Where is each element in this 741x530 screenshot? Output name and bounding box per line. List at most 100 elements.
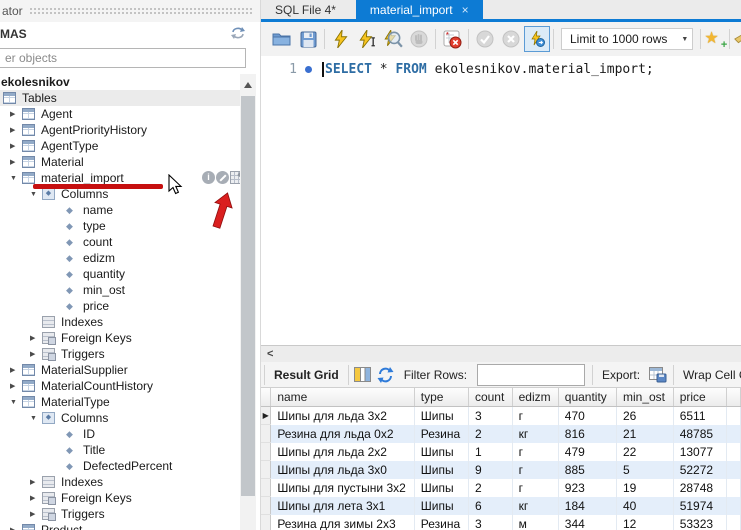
expand-arrow-icon[interactable]: ▶	[7, 382, 22, 390]
grid-cell[interactable]: 48785	[673, 425, 726, 443]
collapse-arrow-icon[interactable]: ▼	[27, 191, 42, 198]
grid-cell[interactable]: 9	[468, 461, 512, 479]
close-tab-icon[interactable]: ×	[462, 4, 469, 16]
grid-cell[interactable]: Резина для зимы 2x3	[271, 515, 414, 530]
grid-cell[interactable]: 344	[558, 515, 616, 530]
grid-cell[interactable]: Шипы для льда 3x2	[271, 407, 414, 425]
grid-cell[interactable]: Резина	[414, 515, 468, 530]
export-button[interactable]	[646, 364, 670, 386]
tree-item-triggers[interactable]: ▶Triggers	[0, 506, 240, 522]
grid-cell[interactable]: 52272	[673, 461, 726, 479]
tab-sql-file-4[interactable]: SQL File 4*	[261, 0, 350, 19]
tree-item-agentpriorityhistory[interactable]: ▶AgentPriorityHistory	[0, 122, 240, 138]
row-selector-cell[interactable]	[261, 479, 271, 497]
grid-cell[interactable]: 1	[468, 443, 512, 461]
rollback-button[interactable]	[498, 26, 524, 52]
tree-item-min-ost[interactable]: ◆min_ost	[0, 282, 240, 298]
open-file-button[interactable]	[269, 26, 295, 52]
column-header-min_ost[interactable]: min_ost	[617, 388, 674, 407]
row-selector-cell[interactable]	[261, 443, 271, 461]
grid-cell[interactable]: 885	[558, 461, 616, 479]
explain-query-button[interactable]	[380, 26, 406, 52]
tree-item-quantity[interactable]: ◆quantity	[0, 266, 240, 282]
table-row[interactable]: Шипы для льда 3x0Шипы9г885552272	[261, 461, 741, 479]
expand-arrow-icon[interactable]: ▶	[7, 366, 22, 374]
tree-scrollbar[interactable]	[240, 74, 256, 530]
grid-cell[interactable]: Шипы для льда 2x2	[271, 443, 414, 461]
grid-cell[interactable]: Шипы	[414, 497, 468, 515]
expand-arrow-icon[interactable]: ▶	[27, 510, 42, 518]
grid-cell[interactable]: 13077	[673, 443, 726, 461]
grid-cell[interactable]: 470	[558, 407, 616, 425]
grid-cell[interactable]: 51974	[673, 497, 726, 515]
row-pointer-icon[interactable]: ▶	[261, 407, 271, 425]
result-grid[interactable]: nametypecountedizmquantitymin_ostprice▶Ш…	[261, 388, 741, 530]
grid-cell[interactable]: 816	[558, 425, 616, 443]
grid-cell[interactable]: Шипы для лета 3x1	[271, 497, 414, 515]
tree-item-triggers[interactable]: ▶Triggers	[0, 346, 240, 362]
row-selector-cell[interactable]	[261, 425, 271, 443]
expand-arrow-icon[interactable]: ▶	[27, 494, 42, 502]
grid-cell[interactable]: Шипы для пустыни 3x2	[271, 479, 414, 497]
collapse-arrow-icon[interactable]: ▼	[27, 415, 42, 422]
collapse-arrow-icon[interactable]: ▼	[7, 399, 22, 406]
grid-cell[interactable]: 6	[468, 497, 512, 515]
table-row[interactable]: Резина для зимы 2x3Резина3м3441253323	[261, 515, 741, 530]
tree-item-ekolesnikov[interactable]: ekolesnikov	[0, 74, 240, 90]
table-info-icon[interactable]: i	[202, 171, 215, 184]
expand-arrow-icon[interactable]: ▶	[7, 142, 22, 150]
row-selector-cell[interactable]	[261, 515, 271, 530]
tree-item-indexes[interactable]: ▶Indexes	[0, 474, 240, 490]
expand-arrow-icon[interactable]: ▶	[27, 478, 42, 486]
expand-arrow-icon[interactable]: ▶	[27, 334, 42, 342]
grid-cell[interactable]: г	[512, 407, 558, 425]
grid-cell[interactable]: Шипы	[414, 479, 468, 497]
table-row[interactable]: Шипы для льда 2x2Шипы1г4792213077	[261, 443, 741, 461]
row-selector-cell[interactable]	[261, 497, 271, 515]
stop-on-error-button[interactable]: *	[439, 26, 465, 52]
column-header-name[interactable]: name	[271, 388, 414, 407]
beautify-script-button[interactable]	[733, 26, 741, 52]
filter-objects-input[interactable]	[0, 48, 246, 68]
tree-item-id[interactable]: ◆ID	[0, 426, 240, 442]
refresh-results-button[interactable]	[374, 364, 398, 386]
grid-cell[interactable]: 2	[468, 479, 512, 497]
grid-cell[interactable]: Шипы	[414, 461, 468, 479]
expand-arrow-icon[interactable]: ▶	[7, 158, 22, 166]
table-row[interactable]: Шипы для лета 3x1Шипы6кг1844051974	[261, 497, 741, 515]
schemas-refresh-icon[interactable]	[230, 26, 246, 43]
scroll-up-icon[interactable]	[244, 82, 252, 88]
expand-arrow-icon[interactable]: ▶	[7, 126, 22, 134]
table-row[interactable]: Резина для льда 0x2Резина2кг8162148785	[261, 425, 741, 443]
tree-item-columns[interactable]: ▼◆Columns	[0, 410, 240, 426]
grid-cell[interactable]: Шипы	[414, 407, 468, 425]
tree-item-indexes[interactable]: Indexes	[0, 314, 240, 330]
grid-cell[interactable]: 12	[617, 515, 674, 530]
execute-current-statement-button[interactable]	[354, 26, 380, 52]
grid-view-button[interactable]	[352, 364, 374, 386]
grid-cell[interactable]: 28748	[673, 479, 726, 497]
tree-item-price[interactable]: ◆price	[0, 298, 240, 314]
tree-item-materialsupplier[interactable]: ▶MaterialSupplier	[0, 362, 240, 378]
tree-item-agenttype[interactable]: ▶AgentType	[0, 138, 240, 154]
execute-query-button[interactable]	[328, 26, 354, 52]
grid-cell[interactable]: 19	[617, 479, 674, 497]
save-snippet-button[interactable]: ★ +	[704, 28, 726, 50]
row-selector-cell[interactable]	[261, 461, 271, 479]
tree-item-materialtype[interactable]: ▼MaterialType	[0, 394, 240, 410]
expand-arrow-icon[interactable]: ▶	[27, 350, 42, 358]
grid-cell[interactable]: 40	[617, 497, 674, 515]
grid-cell[interactable]: Шипы для льда 3x0	[271, 461, 414, 479]
sql-code-area[interactable]: 1 SELECT * FROM ekolesnikov.material_imp…	[261, 56, 741, 345]
expand-arrow-icon[interactable]: ▶	[7, 110, 22, 118]
scrollbar-thumb[interactable]	[241, 96, 255, 496]
grid-cell[interactable]: 479	[558, 443, 616, 461]
table-edit-icon[interactable]	[230, 171, 240, 184]
tree-item-agent[interactable]: ▶Agent	[0, 106, 240, 122]
scroll-tabs-left-icon[interactable]: <	[267, 346, 273, 362]
grid-cell[interactable]: 184	[558, 497, 616, 515]
grid-cell[interactable]: 3	[468, 407, 512, 425]
filter-rows-input[interactable]	[477, 364, 585, 386]
collapse-arrow-icon[interactable]: ▼	[7, 175, 22, 182]
grid-cell[interactable]: 923	[558, 479, 616, 497]
